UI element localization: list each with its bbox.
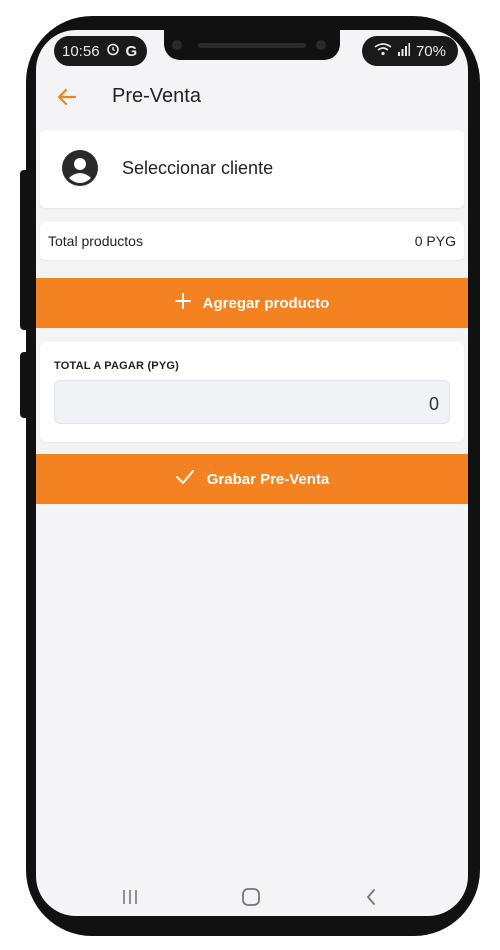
total-products-card: Total productos 0 PYG	[40, 222, 464, 260]
check-icon	[175, 469, 195, 489]
signal-icon	[397, 42, 410, 60]
save-preventa-button[interactable]: Grabar Pre-Venta	[36, 454, 468, 504]
wifi-icon	[374, 42, 392, 60]
camera-right	[316, 40, 326, 50]
user-avatar-icon	[62, 150, 98, 186]
power-button	[20, 352, 30, 418]
select-client-card[interactable]: Seleccionar cliente	[40, 130, 464, 208]
navigation-bar	[36, 878, 468, 916]
select-client-label: Seleccionar cliente	[122, 158, 274, 178]
status-bar: 10:56 G 70%	[36, 30, 468, 72]
total-payment-value: 0	[428, 394, 439, 414]
plus-icon	[174, 293, 191, 313]
google-icon: G	[125, 42, 138, 60]
total-payment-field[interactable]: 0	[54, 380, 450, 424]
status-time: 10:56	[62, 42, 100, 60]
screen: 10:56 G 70% Pre-Venta Seleccionar client…	[36, 30, 468, 916]
back-icon[interactable]	[356, 882, 386, 912]
app-bar: Pre-Venta	[36, 72, 468, 122]
alarm-icon	[106, 42, 120, 60]
notch	[164, 30, 340, 60]
battery-level: 70%	[415, 42, 446, 60]
page-title: Pre-Venta	[112, 85, 201, 107]
total-products-value: 0 PYG	[414, 233, 456, 249]
camera-left	[172, 40, 182, 50]
arrow-left-icon[interactable]	[54, 84, 80, 110]
save-preventa-label: Grabar Pre-Venta	[206, 470, 330, 488]
recents-icon[interactable]	[115, 882, 145, 912]
volume-button	[20, 170, 30, 330]
total-payment-card: TOTAL A PAGAR (PYG) 0	[40, 342, 464, 442]
total-products-label: Total productos	[48, 233, 143, 249]
speaker	[198, 43, 306, 48]
status-left: 10:56 G	[54, 36, 148, 66]
add-product-button[interactable]: Agregar producto	[36, 278, 468, 328]
status-right: 70%	[361, 36, 458, 66]
home-icon[interactable]	[236, 882, 266, 912]
add-product-label: Agregar producto	[202, 294, 330, 312]
total-payment-label: TOTAL A PAGAR (PYG)	[54, 360, 180, 372]
